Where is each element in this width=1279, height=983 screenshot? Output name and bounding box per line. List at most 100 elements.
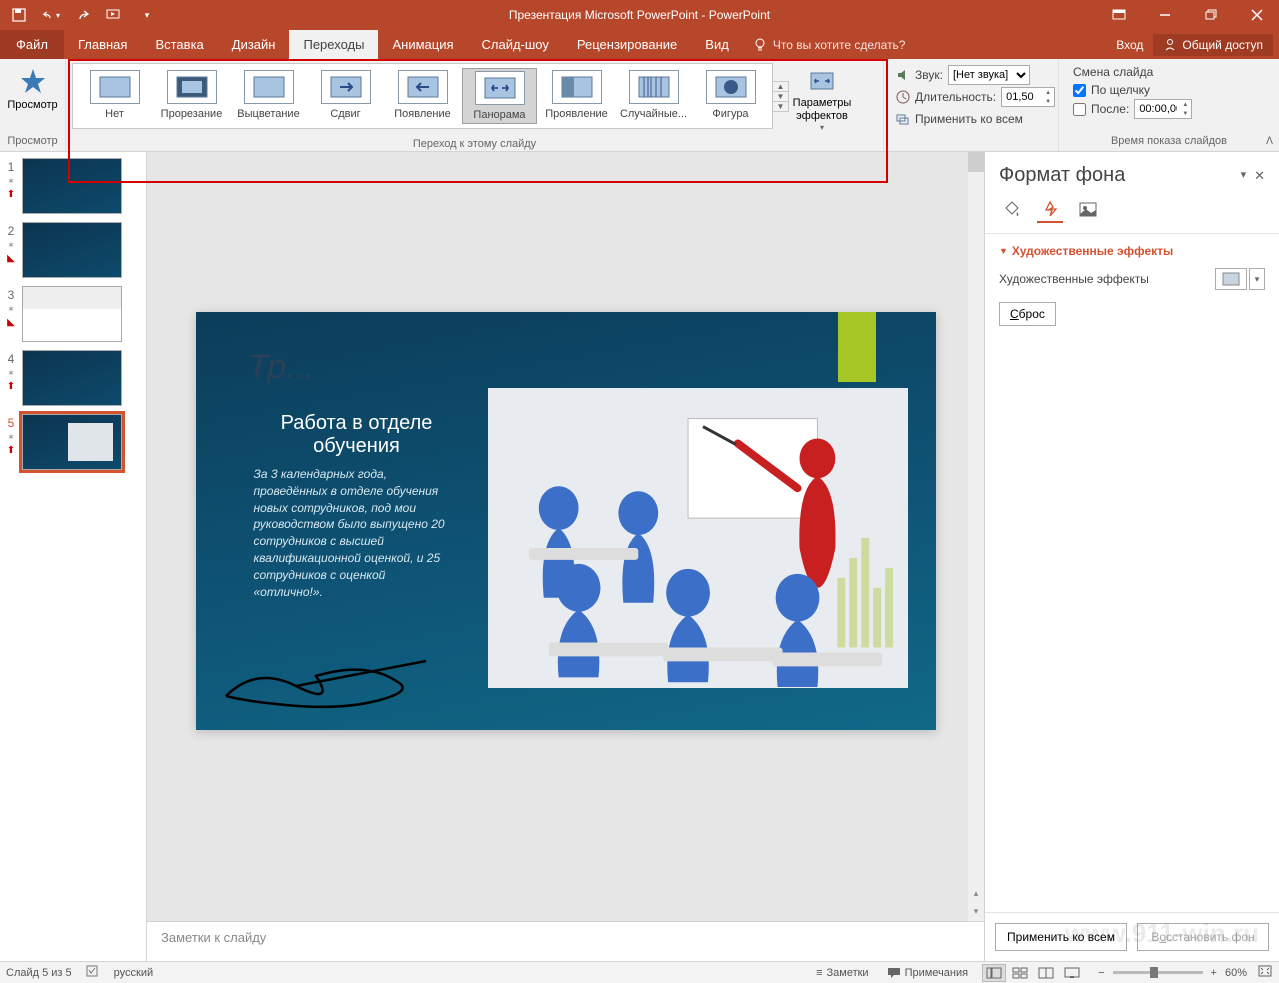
tab-transitions[interactable]: Переходы xyxy=(289,30,378,59)
gallery-expand[interactable]: ▼ xyxy=(773,102,788,111)
transition-wipe[interactable]: Появление xyxy=(385,68,460,124)
restore-bg-button[interactable]: Восстановить фон xyxy=(1137,923,1269,951)
tab-review[interactable]: Рецензирование xyxy=(563,30,691,59)
slide-accent-bar xyxy=(838,312,876,382)
start-from-beginning-icon[interactable] xyxy=(106,6,124,24)
language-indicator[interactable]: русский xyxy=(114,967,153,979)
slide-area[interactable]: Тр... Работа в отделе обучения За 3 кале… xyxy=(147,152,984,921)
zoom-level[interactable]: 60% xyxy=(1225,967,1247,979)
pane-options-icon[interactable]: ▾ xyxy=(1241,168,1247,184)
slide-heading[interactable]: Работа в отделе обучения xyxy=(262,412,452,458)
ribbon-display-options-icon[interactable] xyxy=(1097,0,1141,30)
tab-view[interactable]: Вид xyxy=(691,30,743,59)
ribbon-group-preview: Просмотр Просмотр xyxy=(0,59,66,151)
reset-button[interactable]: ССбросброс xyxy=(999,302,1056,326)
preview-star-icon xyxy=(18,67,48,97)
notes-pane[interactable]: Заметки к слайду xyxy=(147,921,984,961)
pane-close-icon[interactable]: ✕ xyxy=(1254,168,1265,184)
redo-icon[interactable] xyxy=(74,6,92,24)
spell-check-icon[interactable] xyxy=(86,964,100,981)
zoom-slider-thumb[interactable] xyxy=(1150,967,1158,978)
transition-reveal[interactable]: Проявление xyxy=(539,68,614,124)
artistic-effects-preview[interactable] xyxy=(1215,268,1247,290)
slide-thumbnail-4[interactable] xyxy=(22,350,122,406)
tell-me-search[interactable]: Что вы хотите сделать? xyxy=(743,30,916,59)
apply-to-all-bg-button[interactable]: Применить ко всем xyxy=(995,923,1127,951)
qat-customize-icon[interactable]: ▾ xyxy=(138,6,156,24)
tab-slideshow[interactable]: Слайд-шоу xyxy=(468,30,563,59)
tab-design[interactable]: Дизайн xyxy=(218,30,290,59)
apply-all-label: Применить ко всем xyxy=(915,112,1023,126)
effect-options-button[interactable]: Параметры эффектов ▾ xyxy=(789,63,855,132)
notes-toggle[interactable]: ≡ Заметки xyxy=(812,965,873,981)
slide-count[interactable]: Слайд 5 из 5 xyxy=(6,967,72,979)
tab-file[interactable]: Файл xyxy=(0,30,64,59)
editor-area: Тр... Работа в отделе обучения За 3 кале… xyxy=(147,152,984,961)
zoom-control: − + 60% xyxy=(1094,967,1247,979)
after-checkbox[interactable] xyxy=(1073,103,1086,116)
prev-slide-button[interactable]: ▴ xyxy=(968,888,984,899)
slide-thumbnail-5[interactable] xyxy=(22,414,122,470)
scrollbar-thumb[interactable] xyxy=(968,152,984,172)
transition-shape[interactable]: Фигура xyxy=(693,68,768,124)
effects-icon[interactable] xyxy=(1037,197,1063,223)
effects-section-header[interactable]: ▼ Художественные эффекты xyxy=(999,244,1265,258)
close-icon[interactable] xyxy=(1235,0,1279,30)
artistic-effects-dropdown[interactable]: ▾ xyxy=(1249,268,1265,290)
after-down[interactable]: ▼ xyxy=(1179,109,1191,118)
preview-button[interactable]: Просмотр xyxy=(6,63,59,111)
fill-icon[interactable] xyxy=(999,197,1025,223)
signin-link[interactable]: Вход xyxy=(1116,38,1143,52)
zoom-slider[interactable] xyxy=(1113,971,1203,974)
minimize-icon[interactable] xyxy=(1143,0,1187,30)
transition-split[interactable]: Панорама xyxy=(462,68,537,124)
transition-cut[interactable]: Прорезание xyxy=(154,68,229,124)
ribbon-group-advance: Смена слайда По щелчку После: ▲▼ Время п… xyxy=(1059,59,1279,151)
artistic-effects-label: Художественные эффекты xyxy=(999,272,1149,286)
slide-faded-title: Тр... xyxy=(248,348,315,387)
duration-up[interactable]: ▲ xyxy=(1042,88,1054,97)
on-click-checkbox[interactable] xyxy=(1073,84,1086,97)
share-button[interactable]: Общий доступ xyxy=(1153,34,1273,56)
after-up[interactable]: ▲ xyxy=(1179,100,1191,109)
tab-animations[interactable]: Анимация xyxy=(378,30,467,59)
statusbar: Слайд 5 из 5 русский ≡ Заметки Примечани… xyxy=(0,961,1279,983)
tab-insert[interactable]: Вставка xyxy=(141,30,217,59)
transition-none[interactable]: Нет xyxy=(77,68,152,124)
transitions-gallery: Нет Прорезание Выцветание Сдвиг xyxy=(72,63,773,129)
slide-thumbnail-1[interactable] xyxy=(22,158,122,214)
sound-select[interactable]: [Нет звука] xyxy=(948,65,1030,85)
slide-thumbnail-2[interactable] xyxy=(22,222,122,278)
effect-options-icon xyxy=(807,67,837,97)
next-slide-button[interactable]: ▾ xyxy=(968,906,984,917)
slide-canvas[interactable]: Тр... Работа в отделе обучения За 3 кале… xyxy=(196,312,936,730)
transition-random-bars[interactable]: Случайные... xyxy=(616,68,691,124)
comments-toggle[interactable]: Примечания xyxy=(883,965,973,981)
zoom-out-button[interactable]: − xyxy=(1094,967,1108,979)
preview-label: Просмотр xyxy=(7,99,57,111)
share-label: Общий доступ xyxy=(1182,38,1263,52)
picture-icon[interactable] xyxy=(1075,197,1101,223)
collapse-ribbon-icon[interactable]: ᐱ xyxy=(1264,134,1275,149)
vertical-scrollbar[interactable]: ▴ ▾ xyxy=(968,152,984,921)
apply-to-all-button[interactable]: Применить ко всем xyxy=(896,109,1055,129)
slide-body-text[interactable]: За 3 календарных года, проведённых в отд… xyxy=(254,466,454,600)
restore-icon[interactable] xyxy=(1189,0,1233,30)
tell-me-label: Что вы хотите сделать? xyxy=(773,38,906,52)
transition-push[interactable]: Сдвиг xyxy=(308,68,383,124)
slide-image[interactable] xyxy=(488,388,908,688)
format-background-pane: Формат фона ▾ ✕ ▼ Художественные эффекты… xyxy=(984,152,1279,961)
on-click-label: По щелчку xyxy=(1091,83,1150,97)
gallery-scroll-up[interactable]: ▲ xyxy=(773,82,788,92)
slide-thumb-1-wrap: 1✶⬆ xyxy=(4,158,142,214)
fit-to-window-icon[interactable] xyxy=(1257,964,1273,981)
gallery-scroll-down[interactable]: ▼ xyxy=(773,92,788,102)
undo-icon[interactable]: ▾ xyxy=(42,6,60,24)
slide-thumbnail-3[interactable] xyxy=(22,286,122,342)
tab-home[interactable]: Главная xyxy=(64,30,141,59)
window-controls xyxy=(1097,0,1279,30)
zoom-in-button[interactable]: + xyxy=(1207,967,1221,979)
duration-down[interactable]: ▼ xyxy=(1042,97,1054,106)
transition-fade[interactable]: Выцветание xyxy=(231,68,306,124)
save-icon[interactable] xyxy=(10,6,28,24)
